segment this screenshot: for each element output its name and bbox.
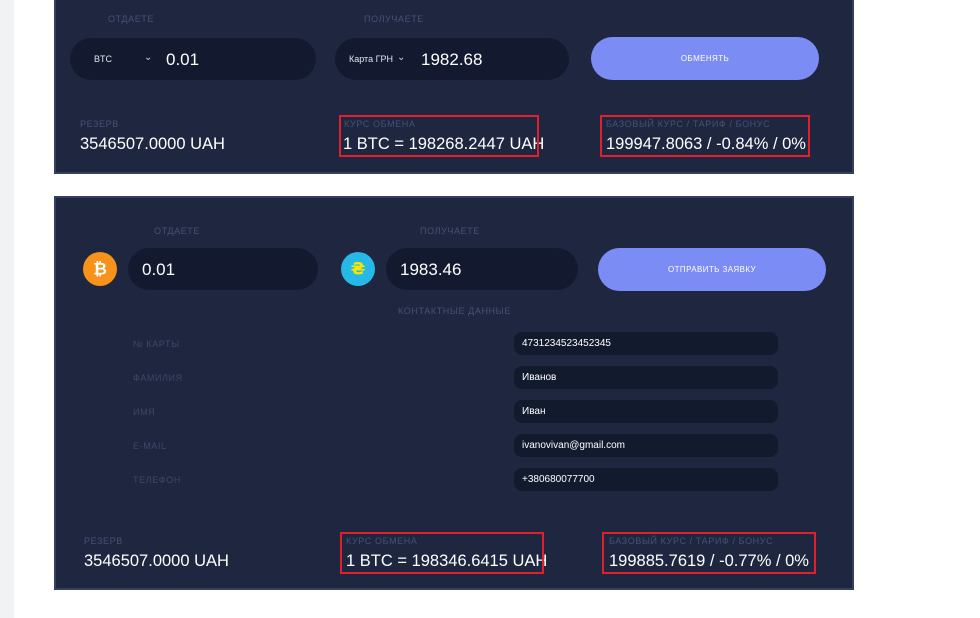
reserve-label: РЕЗЕРВ — [84, 536, 123, 546]
card-number-field[interactable]: 4731234523452345 — [514, 332, 778, 355]
hryvnia-coin-icon: ₴ — [341, 252, 375, 286]
chevron-down-icon[interactable]: ⌄ — [144, 52, 152, 63]
give-amount-field[interactable]: BTC ⌄ 0.01 — [70, 38, 316, 80]
get-amount-input[interactable]: 1982.68 — [421, 50, 482, 70]
base-rate-highlight-box — [600, 115, 810, 157]
rate-highlight-box — [339, 115, 539, 157]
give-currency-select[interactable]: BTC — [94, 54, 112, 64]
reserve-value: 3546507.0000 UAH — [80, 135, 225, 153]
phone-label: ТЕЛЕФОН — [133, 475, 181, 485]
surname-label: ФАМИЛИЯ — [133, 373, 183, 383]
submit-request-button[interactable]: ОТПРАВИТЬ ЗАЯВКУ — [598, 248, 826, 291]
give-amount-input[interactable]: 0.01 — [142, 260, 175, 280]
give-label: ОТДАЕТЕ — [108, 14, 155, 24]
reserve-label: РЕЗЕРВ — [80, 119, 119, 129]
give-label: ОТДАЕТЕ — [154, 226, 201, 236]
page-left-strip — [0, 0, 14, 618]
rate-highlight-box — [340, 532, 544, 574]
give-amount-field[interactable]: 0.01 — [128, 248, 318, 290]
contacts-label: КОНТАКТНЫЕ ДАННЫЕ — [398, 306, 511, 316]
exchange-widget-compact: ОТДАЕТЕ ПОЛУЧАЕТЕ BTC ⌄ 0.01 Карта ГРН ⌄… — [54, 0, 854, 174]
surname-field[interactable]: Иванов — [514, 366, 778, 389]
get-currency-select[interactable]: Карта ГРН — [349, 54, 393, 64]
reserve-value: 3546507.0000 UAH — [84, 552, 229, 570]
get-amount-field[interactable]: 1983.46 — [386, 248, 578, 290]
svg-text:₴: ₴ — [351, 260, 366, 280]
phone-field[interactable]: +380680077700 — [514, 468, 778, 491]
base-rate-highlight-box — [602, 532, 816, 574]
name-field[interactable]: Иван — [514, 400, 778, 423]
exchange-button[interactable]: ОБМЕНЯТЬ — [591, 37, 819, 80]
give-amount-input[interactable]: 0.01 — [166, 50, 199, 70]
svg-text:₿: ₿ — [93, 260, 107, 280]
email-field[interactable]: ivanovivan@gmail.com — [514, 434, 778, 457]
exchange-widget-full: ОТДАЕТЕ ПОЛУЧАЕТЕ ₿ 0.01 ₴ 1983.46 ОТПРА… — [54, 196, 854, 590]
email-label: E-MAIL — [133, 441, 167, 451]
get-label: ПОЛУЧАЕТЕ — [420, 226, 480, 236]
card-number-label: № КАРТЫ — [133, 339, 180, 349]
chevron-down-icon[interactable]: ⌄ — [397, 52, 405, 63]
get-label: ПОЛУЧАЕТЕ — [364, 14, 424, 24]
get-amount-input[interactable]: 1983.46 — [400, 260, 461, 280]
get-amount-field[interactable]: Карта ГРН ⌄ 1982.68 — [335, 38, 569, 80]
name-label: ИМЯ — [133, 407, 156, 417]
bitcoin-coin-icon: ₿ — [83, 252, 117, 286]
